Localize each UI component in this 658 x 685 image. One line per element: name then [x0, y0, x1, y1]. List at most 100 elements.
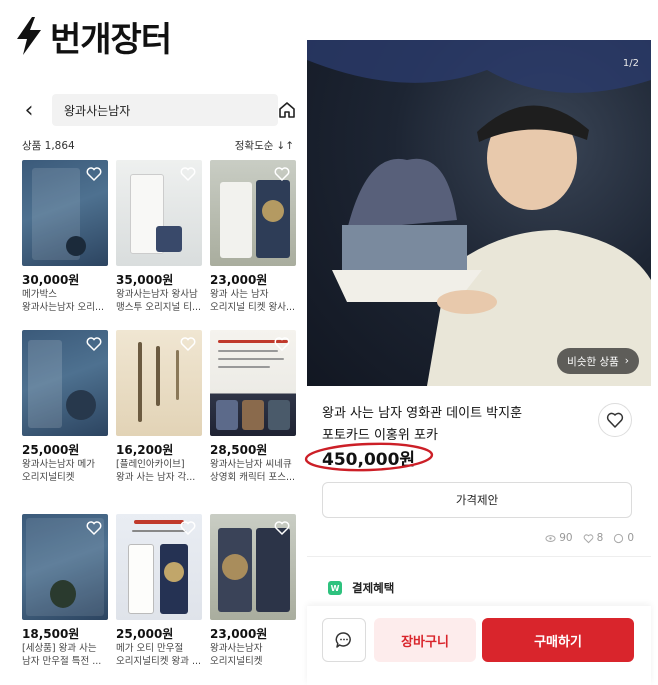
listing-card[interactable]: 16,200원 [플레인아카이브] 왕과 사는 남자 각...	[116, 330, 202, 484]
listing-thumbnail	[22, 514, 108, 620]
favorite-button[interactable]	[598, 403, 632, 437]
product-photo[interactable]: 1/2 비슷한 상품 ›	[307, 40, 651, 386]
listing-thumbnail	[22, 160, 108, 266]
like-count-value: 8	[596, 532, 604, 544]
listing-title: 상영회 캐릭터 포스...	[210, 472, 296, 483]
listing-title: 메가박스	[22, 289, 57, 300]
search-query: 왕과사는남자	[64, 103, 131, 118]
listing-card[interactable]: 25,000원 메가 오티 만우절 오리지널티켓 왕과 ...	[116, 514, 202, 668]
listing-title: 남자 만우절 특전 ...	[22, 656, 102, 667]
listing-price: 23,000원	[210, 627, 268, 641]
listing-price: 23,000원	[210, 273, 268, 287]
listing-title: 오리지널 티켓 왕사...	[210, 302, 296, 313]
similar-items-label: 비슷한 상품	[567, 355, 619, 368]
product-photo-art	[307, 40, 651, 386]
listing-thumbnail	[210, 514, 296, 620]
listing-title: 맹스투 오리지널 티...	[116, 302, 202, 313]
listing-title: [플레인아카이브]	[116, 459, 185, 470]
home-icon	[279, 102, 295, 118]
result-bar: 상품 1,864 정확도순 ↓↑	[22, 138, 294, 154]
listing-thumbnail	[22, 330, 108, 436]
listing-title: 오리지널티켓 왕과 ...	[116, 656, 202, 667]
search-input[interactable]: 왕과사는남자	[52, 94, 278, 126]
heart-icon[interactable]	[180, 520, 196, 536]
back-button[interactable]: ‹	[14, 92, 44, 128]
listing-title: 왕과사는남자 오리...	[22, 302, 104, 313]
buy-now-button[interactable]: 구매하기	[482, 618, 634, 662]
listing-card[interactable]: 28,500원 왕과사는남자 씨네큐 상영회 캐릭터 포스...	[210, 330, 296, 484]
heart-outline-icon	[583, 533, 593, 543]
chat-count-value: 0	[627, 532, 634, 544]
listing-title: [세상품] 왕과 사는	[22, 643, 97, 654]
heart-icon[interactable]	[86, 520, 102, 536]
listing-thumbnail	[116, 514, 202, 620]
heart-icon[interactable]	[274, 336, 290, 352]
home-button[interactable]	[274, 96, 300, 124]
app-logo[interactable]: 번개장터	[14, 14, 172, 60]
product-grid: 30,000원 메가박스 왕과사는남자 오리... 35,000원 왕과사는남자…	[22, 160, 296, 680]
heart-icon[interactable]	[274, 166, 290, 182]
listing-title: 왕과 사는 남자 각...	[116, 472, 196, 483]
listing-card[interactable]: 30,000원 메가박스 왕과사는남자 오리...	[22, 160, 108, 314]
chat-button[interactable]	[322, 618, 366, 662]
product-stats: 90 8 0	[545, 532, 634, 544]
chat-count: 0	[613, 532, 634, 544]
logo-text: 번개장터	[50, 19, 172, 60]
heart-icon[interactable]	[274, 520, 290, 536]
image-page-indicator: 1/2	[622, 58, 639, 69]
bottom-action-bar: 장바구니 구매하기	[307, 606, 651, 685]
heart-icon[interactable]	[180, 166, 196, 182]
listing-price: 25,000원	[22, 443, 80, 457]
listing-price: 25,000원	[116, 627, 174, 641]
eye-icon	[545, 534, 556, 542]
product-title: 왕과 사는 남자 영화관 데이트 박지훈 포토카드 이홍위 포카	[322, 403, 590, 447]
result-count: 상품 1,864	[22, 140, 75, 152]
listing-price: 30,000원	[22, 273, 80, 287]
search-bar: ‹ 왕과사는남자	[14, 92, 300, 128]
listing-title: 오리지널티켓	[210, 656, 263, 667]
chevron-right-icon: ›	[624, 355, 629, 367]
listing-price: 18,500원	[22, 627, 80, 641]
listing-card[interactable]: 23,000원 왕과사는남자 오리지널티켓	[210, 514, 296, 668]
listing-title: 오리지널티켓	[22, 472, 75, 483]
listing-thumbnail	[116, 330, 202, 436]
heart-icon[interactable]	[86, 166, 102, 182]
listing-thumbnail	[210, 330, 296, 436]
price-offer-label: 가격제안	[455, 493, 499, 507]
listing-price: 35,000원	[116, 273, 174, 287]
similar-items-button[interactable]: 비슷한 상품 ›	[557, 348, 639, 374]
add-to-cart-button[interactable]: 장바구니	[374, 618, 476, 662]
sort-dropdown[interactable]: 정확도순 ↓↑	[235, 138, 294, 153]
listing-title: 메가 오티 만우절	[116, 643, 184, 654]
like-count: 8	[583, 532, 604, 544]
listing-title: 왕과사는남자	[210, 643, 263, 654]
listing-price: 16,200원	[116, 443, 174, 457]
pay-benefit-icon: W	[328, 581, 342, 595]
chat-bubble-icon	[335, 632, 351, 648]
payment-benefit-row[interactable]: W 결제혜택	[328, 580, 394, 596]
listing-card[interactable]: 35,000원 왕과사는남자 왕사남 맹스투 오리지널 티...	[116, 160, 202, 314]
listing-price: 28,500원	[210, 443, 268, 457]
listing-thumbnail	[116, 160, 202, 266]
heart-icon[interactable]	[180, 336, 196, 352]
section-divider	[307, 556, 651, 557]
chat-count-icon	[614, 533, 624, 543]
sort-arrows-icon: ↓↑	[276, 139, 294, 152]
lightning-icon	[17, 17, 41, 55]
listing-title: 왕과사는남자 왕사남	[116, 289, 198, 300]
product-title-line: 왕과 사는 남자 영화관 데이트 박지훈	[322, 406, 523, 421]
listing-title: 왕과 사는 남자	[210, 289, 269, 300]
listing-card[interactable]: 18,500원 [세상품] 왕과 사는 남자 만우절 특전 ...	[22, 514, 108, 668]
listing-thumbnail	[210, 160, 296, 266]
listing-title: 왕과사는남자 메가	[22, 459, 95, 470]
sort-label: 정확도순	[234, 140, 274, 152]
listing-card[interactable]: 25,000원 왕과사는남자 메가 오리지널티켓	[22, 330, 108, 484]
product-title-line: 포토카드 이홍위 포카	[322, 428, 438, 443]
payment-benefit-label: 결제혜택	[352, 581, 395, 595]
listing-title: 왕과사는남자 씨네큐	[210, 459, 292, 470]
price-offer-button[interactable]: 가격제안	[322, 482, 632, 518]
listing-card[interactable]: 23,000원 왕과 사는 남자 오리지널 티켓 왕사...	[210, 160, 296, 314]
heart-icon[interactable]	[86, 336, 102, 352]
view-count: 90	[545, 532, 573, 544]
product-price: 450,000원	[322, 450, 416, 470]
